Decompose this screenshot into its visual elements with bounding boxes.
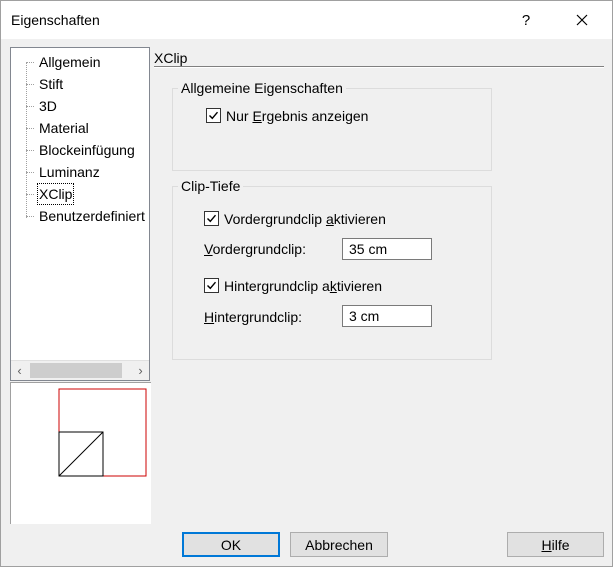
scrollbar-thumb[interactable] [30,363,122,378]
title-bar: Eigenschaften ? [1,1,612,39]
clip-preview-graphic [58,388,147,477]
checkmark-icon [207,214,217,223]
tree-item-label: XClip [36,183,75,205]
tree-horizontal-scrollbar[interactable]: ‹ › [11,360,149,380]
tree-item-label: 3D [39,98,57,114]
help-dialog-button[interactable]: Hilfe [507,532,604,557]
front-clip-input[interactable] [342,238,432,260]
checkbox-box[interactable] [204,211,219,226]
category-tree[interactable]: Allgemein Stift 3D Material Blockeinfügu… [10,47,150,381]
back-clip-label: Hintergrundclip: [204,309,303,325]
checkmark-icon [207,281,217,290]
group-legend: Clip-Tiefe [178,177,244,195]
question-mark-icon: ? [521,11,531,29]
close-icon [576,14,588,26]
xclip-preview [10,382,151,524]
close-button[interactable] [559,1,605,39]
front-clip-label: Vordergrundclip: [204,241,306,257]
checkbox-box[interactable] [204,278,219,293]
general-properties-group: Allgemeine Eigenschaften Nur Ergebnis an… [172,79,492,171]
cancel-button-label: Abbrechen [305,536,373,553]
clip-depth-group: Clip-Tiefe Vordergrundclip aktivieren Vo… [172,177,492,360]
help-button-label: Hilfe [541,536,570,553]
window-title: Eigenschaften [11,12,100,28]
checkbox-label: Hintergrundclip aktivieren [224,278,382,294]
chevron-right-icon: › [138,363,143,378]
section-title: XClip [154,50,188,66]
tree-item-label: Material [39,120,89,136]
tree-item-label: Stift [39,76,64,92]
back-clip-input[interactable] [342,305,432,327]
scroll-right-button[interactable]: › [132,361,149,380]
section-divider [154,66,604,68]
ok-button-label: OK [220,536,242,553]
help-button[interactable]: ? [503,1,549,39]
tree-item-label: Allgemein [39,54,101,70]
cancel-button[interactable]: Abbrechen [290,532,388,557]
scroll-left-button[interactable]: ‹ [11,361,28,380]
chevron-left-icon: ‹ [17,363,22,378]
group-legend: Allgemeine Eigenschaften [178,79,346,97]
checkbox-label: Nur Ergebnis anzeigen [226,108,369,124]
tree-item-label: Luminanz [39,164,100,180]
checkbox-box[interactable] [206,108,221,123]
checkbox-label: Vordergrundclip aktivieren [224,211,386,227]
ok-button[interactable]: OK [182,532,280,557]
properties-dialog: Eigenschaften ? Allgemein Stift 3D Mater… [0,0,613,567]
tree-item-label: Benutzerdefiniert [39,208,145,224]
checkmark-icon [209,111,219,120]
tree-item-label: Blockeinfügung [39,142,135,158]
